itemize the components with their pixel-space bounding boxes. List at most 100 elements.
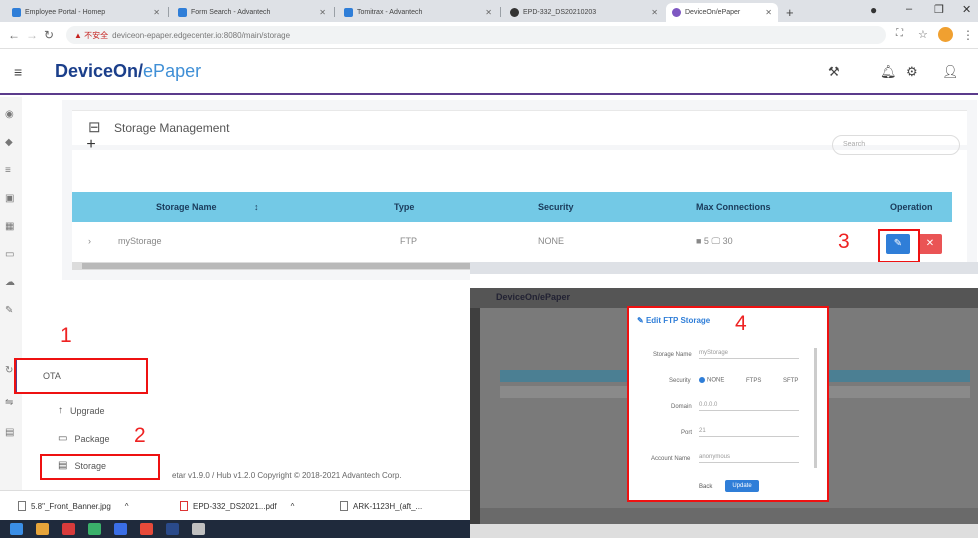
- taskbar-app-icon[interactable]: [166, 523, 179, 535]
- expand-row-icon[interactable]: ›: [88, 236, 91, 246]
- menu-item-upgrade[interactable]: ↑ Upgrade: [58, 405, 105, 416]
- port-field[interactable]: 21: [699, 428, 799, 437]
- cell-security: NONE: [538, 236, 565, 246]
- tab-label: EPD-332_DS20210203: [523, 9, 597, 16]
- image-icon[interactable]: ▣: [5, 193, 14, 204]
- url-input[interactable]: ▲ 不安全 deviceon-epaper.edgecenter.io:8080…: [66, 26, 886, 44]
- browser-menu-icon[interactable]: ⋮: [962, 28, 974, 42]
- app-logo[interactable]: DeviceOn/ePaper: [55, 61, 201, 82]
- step-label-3: 3: [838, 230, 850, 253]
- browser-tab[interactable]: EPD-332_DS20210203 ✕: [504, 3, 664, 22]
- storage-name-field[interactable]: myStorage: [699, 350, 799, 359]
- bookmark-star-icon[interactable]: ☆: [918, 28, 928, 41]
- menu-label: Package: [74, 433, 110, 444]
- tab-favicon-icon: [178, 8, 187, 17]
- chevron-up-icon[interactable]: ^: [291, 502, 295, 511]
- link-icon[interactable]: ⇋: [5, 397, 13, 408]
- browser-tab[interactable]: Form Search - Advantech ✕: [172, 3, 332, 22]
- close-tab-icon[interactable]: ✕: [485, 8, 492, 17]
- dialog-scrollbar[interactable]: [814, 348, 817, 468]
- radio-sftp-label[interactable]: SFTP: [783, 378, 798, 384]
- radio-ftps-label[interactable]: FTPS: [746, 378, 761, 384]
- translate-icon[interactable]: ⛶: [896, 28, 903, 39]
- dashboard-icon[interactable]: ◉: [5, 109, 14, 120]
- search-input[interactable]: Search: [832, 135, 960, 155]
- profile-icon[interactable]: ●: [870, 3, 877, 17]
- inset-sidebar: [470, 308, 480, 528]
- settings-gear-icon[interactable]: ⚙: [906, 64, 918, 80]
- menu-item-package[interactable]: ▭ Package: [58, 433, 109, 444]
- downloads-bar: 5.8"_Front_Banner.jpg ^ EPD-332_DS2021..…: [0, 490, 470, 520]
- back-button[interactable]: Back: [699, 484, 712, 490]
- grid-icon[interactable]: ▦: [5, 221, 14, 232]
- minimize-icon[interactable]: –: [906, 3, 912, 15]
- column-header-security: Security: [538, 202, 574, 212]
- step-label-2: 2: [134, 424, 146, 447]
- taskbar-app-icon[interactable]: [140, 523, 153, 535]
- close-tab-icon[interactable]: ✕: [651, 8, 658, 17]
- field-label: Security: [669, 378, 691, 384]
- new-tab-button[interactable]: +: [780, 3, 800, 22]
- browser-tab[interactable]: Employee Portal - Homep ✕: [6, 3, 166, 22]
- forward-icon[interactable]: →: [26, 28, 38, 42]
- close-tab-icon[interactable]: ✕: [319, 8, 326, 17]
- edit-ftp-storage-dialog: ✎ Edit FTP Storage 4 Storage Name myStor…: [627, 306, 829, 502]
- delete-button[interactable]: ✕: [918, 234, 942, 254]
- browser-tab-active[interactable]: DeviceOn/ePaper ✕: [666, 3, 778, 22]
- close-tab-icon[interactable]: ✕: [765, 8, 772, 17]
- taskbar-app-icon[interactable]: [36, 523, 49, 535]
- browser-tab[interactable]: Tomitrax - Advantech ✕: [338, 3, 498, 22]
- tag-icon[interactable]: ◆: [5, 137, 13, 148]
- tab-label: Employee Portal - Homep: [25, 9, 106, 16]
- tools-icon[interactable]: ⚒: [828, 64, 840, 80]
- document-icon[interactable]: ▤: [5, 427, 14, 438]
- notification-bell-icon[interactable]: 🔔︎: [880, 64, 897, 80]
- user-icon[interactable]: 👤︎: [942, 64, 959, 80]
- step-label-4: 4: [735, 312, 747, 335]
- reload-icon[interactable]: ↻: [44, 28, 54, 42]
- close-window-icon[interactable]: ✕: [962, 3, 971, 16]
- radio-none[interactable]: [699, 377, 705, 383]
- update-button[interactable]: Update: [725, 480, 759, 492]
- field-label: Account Name: [651, 456, 691, 462]
- not-secure-badge[interactable]: ▲ 不安全: [74, 30, 108, 41]
- tab-favicon-icon: [344, 8, 353, 17]
- taskbar-app-icon[interactable]: [62, 523, 75, 535]
- scrollbar-thumb[interactable]: [82, 263, 482, 269]
- list-icon[interactable]: ≡: [5, 165, 11, 176]
- domain-field[interactable]: 0.0.0.0: [699, 402, 799, 411]
- download-item[interactable]: ARK-1123H_(aft_...: [340, 501, 422, 511]
- column-header-type: Type: [394, 202, 415, 212]
- security-radio-group[interactable]: NONE FTPS SFTP: [699, 377, 798, 384]
- taskbar-app-icon[interactable]: [88, 523, 101, 535]
- chevron-up-icon[interactable]: ^: [125, 502, 129, 511]
- column-header-operation: Operation: [890, 202, 933, 212]
- monitor-icon[interactable]: ▭: [5, 249, 14, 260]
- tab-label: DeviceOn/ePaper: [685, 9, 741, 16]
- field-label: Port: [681, 430, 693, 436]
- account-name-field[interactable]: anonymous: [699, 454, 799, 463]
- taskbar-app-icon[interactable]: [114, 523, 127, 535]
- restore-icon[interactable]: ❐: [934, 3, 944, 16]
- storage-drive-icon: ⊟: [88, 119, 101, 136]
- sort-icon[interactable]: ↕: [254, 202, 259, 212]
- download-item[interactable]: EPD-332_DS2021...pdf ^: [180, 501, 294, 511]
- start-icon[interactable]: [10, 523, 23, 535]
- url-text: deviceon-epaper.edgecenter.io:8080/main/…: [112, 30, 291, 40]
- back-icon[interactable]: ←: [8, 28, 20, 42]
- step-label-1: 1: [60, 324, 72, 347]
- sidebar: ◉ ◆ ≡ ▣ ▦ ▭ ☁ ✎ ↻ ⇋ ▤: [0, 97, 22, 490]
- hamburger-menu-icon[interactable]: ≡: [14, 64, 22, 80]
- brush-icon[interactable]: ✎: [5, 305, 13, 316]
- account-avatar[interactable]: [938, 27, 953, 42]
- add-storage-button[interactable]: +: [80, 135, 102, 157]
- close-tab-icon[interactable]: ✕: [153, 8, 160, 17]
- table-header: Storage Name ↕ Type Security Max Connect…: [72, 192, 952, 222]
- download-item[interactable]: 5.8"_Front_Banner.jpg ^: [18, 501, 129, 511]
- taskbar-app-icon[interactable]: [192, 523, 205, 535]
- ota-sync-icon[interactable]: ↻: [5, 365, 13, 376]
- table-row[interactable]: › myStorage FTP NONE ■ 5 🖵 30: [72, 227, 952, 255]
- cloud-icon[interactable]: ☁: [5, 277, 15, 288]
- column-header-storage-name[interactable]: Storage Name: [156, 202, 217, 212]
- inset-address-bar: [470, 274, 978, 288]
